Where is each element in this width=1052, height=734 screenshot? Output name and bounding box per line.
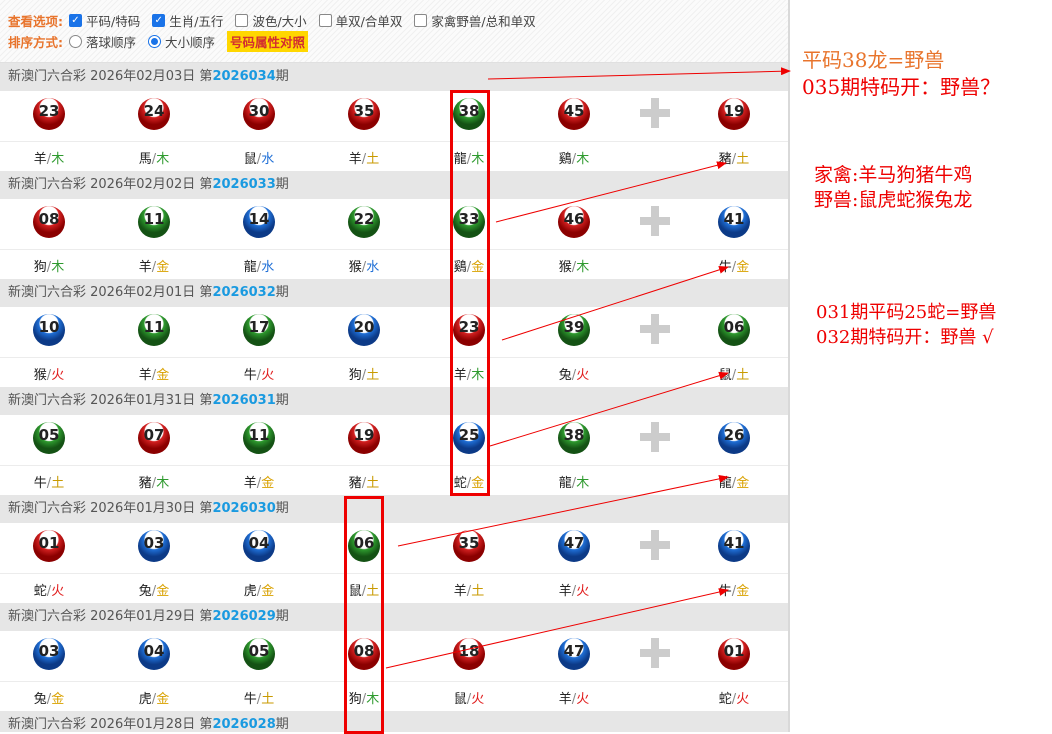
note-1: 平码38龙=野兽 (802, 48, 945, 72)
arrow-23-to-special (501, 265, 729, 341)
arrow-08-to-special (385, 588, 729, 669)
note-3: 家禽:羊马狗猪牛鸡 (814, 164, 973, 186)
note-6: 032期特码开：野兽 √ (816, 327, 994, 348)
arrow-33-to-special (495, 161, 727, 223)
note-4: 野兽:鼠虎蛇猴兔龙 (814, 189, 973, 211)
note-2: 035期特码开：野兽？ (802, 75, 1001, 99)
annotation-arrows (385, 67, 791, 669)
arrow-25-to-special (489, 371, 729, 447)
arrow-06-to-special (397, 474, 729, 547)
note-5: 031期平码25蛇=野兽 (816, 302, 997, 323)
arrow-to-note1 (487, 67, 791, 80)
